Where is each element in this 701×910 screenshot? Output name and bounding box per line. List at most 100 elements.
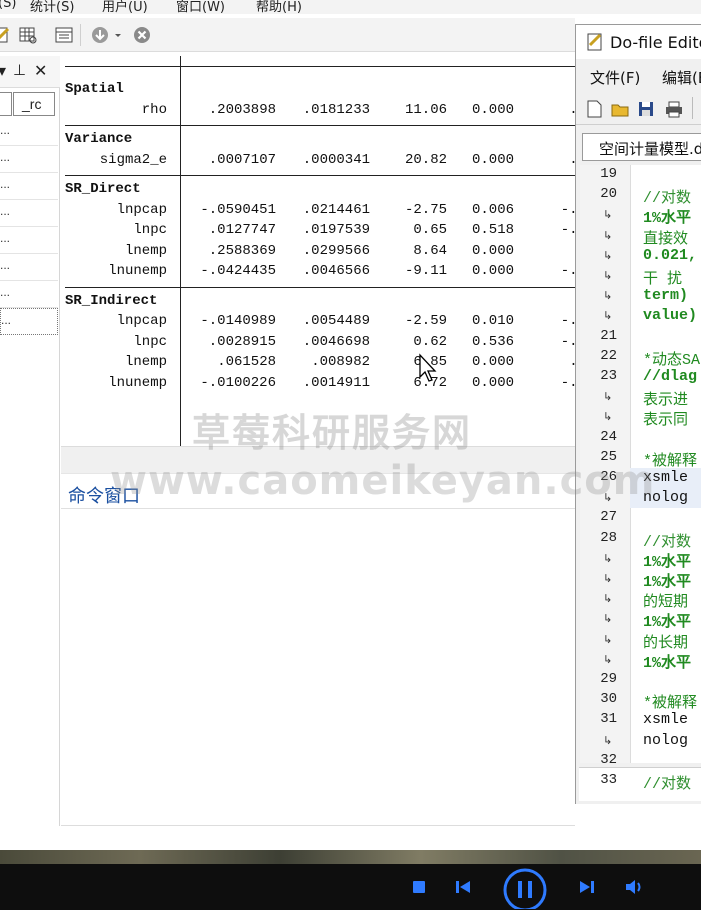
new-file-icon[interactable] <box>584 99 604 119</box>
stop-icon[interactable] <box>411 879 427 895</box>
editor-menu-edit[interactable]: 编辑(E <box>662 67 701 88</box>
wrap-arrow-icon: ↳ <box>603 269 613 282</box>
editor-code-line[interactable]: 0.021, <box>643 247 697 264</box>
list-item[interactable]: ... <box>0 281 58 308</box>
dropdown-arrow-icon[interactable] <box>113 25 123 45</box>
main-toolbar <box>0 18 575 52</box>
editor-code-line[interactable]: 1%水平 <box>643 570 691 591</box>
result-variable-name: rho <box>141 101 167 118</box>
editor-code-line[interactable]: 的长期 <box>643 631 688 652</box>
save-icon[interactable] <box>636 99 656 119</box>
editor-code-line[interactable]: 1%水平 <box>643 610 691 631</box>
result-value-cell: .0014911 <box>302 374 370 391</box>
editor-code-line[interactable]: term) <box>643 287 688 304</box>
column-header-rc[interactable]: _rc <box>13 92 55 116</box>
editor-code-line[interactable]: 表示进 <box>643 388 688 409</box>
list-item[interactable]: ... <box>0 146 58 173</box>
editor-line-number: 21 <box>600 327 617 344</box>
result-value-cell: .0127747 <box>208 222 276 238</box>
result-value-cell: -.0 <box>560 222 575 238</box>
menu-item-window[interactable]: 窗口(W) <box>176 0 225 14</box>
result-group-separator <box>65 175 575 176</box>
list-item[interactable]: ... <box>0 173 58 200</box>
break-icon[interactable] <box>132 25 152 45</box>
list-item[interactable]: ... <box>0 200 58 227</box>
next-icon[interactable] <box>578 879 596 895</box>
result-variable-name: lnpc <box>133 222 167 238</box>
list-item[interactable]: ... <box>0 119 58 146</box>
pause-icon[interactable] <box>502 867 548 909</box>
menu-item-user[interactable]: 用户(U) <box>102 0 148 14</box>
result-value-cell: -.0 <box>560 374 575 391</box>
wrap-arrow-icon: ↳ <box>603 551 613 565</box>
menu-item-prev[interactable]: (S) <box>0 0 16 11</box>
editor-code-line[interactable]: //对数 <box>643 772 691 793</box>
editor-line-number: 23 <box>600 368 617 384</box>
editor-line-number: 20 <box>600 186 617 203</box>
result-value-cell: 0.000 <box>471 101 514 118</box>
variables-manager-icon[interactable] <box>54 25 74 45</box>
result-value-cell: .0046566 <box>302 263 370 279</box>
editor-menu-file[interactable]: 文件(F) <box>590 67 640 88</box>
result-variable-name: lnunemp <box>108 263 167 279</box>
result-variable-name: lnemp <box>124 242 167 259</box>
dropdown-icon[interactable]: ▾ <box>0 61 6 81</box>
close-icon[interactable]: ✕ <box>34 61 47 81</box>
editor-code-line[interactable]: value) <box>643 307 697 324</box>
prev-icon[interactable] <box>454 879 472 895</box>
result-variable-name: sigma2_e <box>99 151 167 168</box>
result-variable-name: lnpcap <box>116 313 167 329</box>
editor-code-line[interactable]: 直接效 <box>643 227 688 248</box>
editor-menubar: 文件(F) 编辑(E <box>576 63 701 89</box>
result-value-cell: .0197539 <box>302 222 370 238</box>
editor-code-line[interactable]: 干 扰 <box>643 267 682 288</box>
editor-code-line[interactable]: xsmle <box>643 711 697 728</box>
result-value-cell: 20.82 <box>404 151 447 168</box>
result-value-cell: .0181233 <box>302 101 370 118</box>
result-value-cell: -.0 <box>560 263 575 279</box>
data-browser-icon[interactable] <box>18 25 38 45</box>
print-icon[interactable] <box>664 99 684 119</box>
edit-icon[interactable] <box>0 25 12 45</box>
editor-line-number: 27 <box>600 509 617 526</box>
results-vertical-rule <box>180 56 181 446</box>
result-value-cell: -.0 <box>560 313 575 329</box>
result-value-cell: 0.65 <box>413 222 447 238</box>
result-value-cell: 0.000 <box>471 374 514 391</box>
editor-code-line[interactable]: //对数 <box>643 530 691 551</box>
editor-tab-spatial-model[interactable]: 空间计量模型.d <box>582 133 701 161</box>
wrap-arrow-icon: ↳ <box>603 592 613 606</box>
list-item[interactable]: ... <box>0 254 58 281</box>
results-top-separator <box>65 66 575 67</box>
result-value-cell: -.0100226 <box>200 374 276 391</box>
result-value-cell: 0.000 <box>471 151 514 168</box>
editor-code-line[interactable]: 1%水平 <box>643 550 691 571</box>
menu-item-help[interactable]: 帮助(H) <box>256 0 302 14</box>
editor-line-number: 22 <box>600 347 617 364</box>
editor-line-number: 29 <box>600 671 617 687</box>
editor-code-line[interactable]: 的短期 <box>643 590 688 611</box>
editor-code-line[interactable]: nolog <box>643 732 688 749</box>
editor-code-line[interactable]: //dlag <box>643 368 697 385</box>
column-header-left[interactable] <box>0 92 12 116</box>
editor-code-line[interactable]: *被解释 <box>643 691 697 712</box>
command-window[interactable] <box>61 510 575 826</box>
editor-line-number: 33 <box>600 772 617 788</box>
result-value-cell: -.1 <box>560 201 575 218</box>
editor-code-line[interactable]: 1%水平 <box>643 206 691 227</box>
variables-panel: ▾ ⊥ ✕ _rc ... ... ... ... ... ... ... ..… <box>0 56 60 826</box>
menu-item-statistics[interactable]: 统计(S) <box>30 0 74 14</box>
editor-code-line[interactable]: *动态SA <box>643 348 700 369</box>
editor-code-line[interactable]: //对数 <box>643 186 691 207</box>
volume-icon[interactable] <box>624 878 646 896</box>
result-value-cell: -.0424435 <box>200 263 276 279</box>
main-menubar: (S) 统计(S) 用户(U) 窗口(W) 帮助(H) <box>0 0 701 14</box>
list-item[interactable]: ... <box>0 227 58 254</box>
editor-code-line[interactable]: 表示同 <box>643 408 688 429</box>
list-item-selected[interactable]: ... <box>0 308 58 335</box>
pin-icon[interactable]: ⊥ <box>13 61 26 79</box>
editor-line-number: 30 <box>600 691 617 708</box>
editor-code-line[interactable]: 1%水平 <box>643 651 691 672</box>
open-folder-icon[interactable] <box>610 99 630 119</box>
more-down-icon[interactable] <box>90 25 110 45</box>
